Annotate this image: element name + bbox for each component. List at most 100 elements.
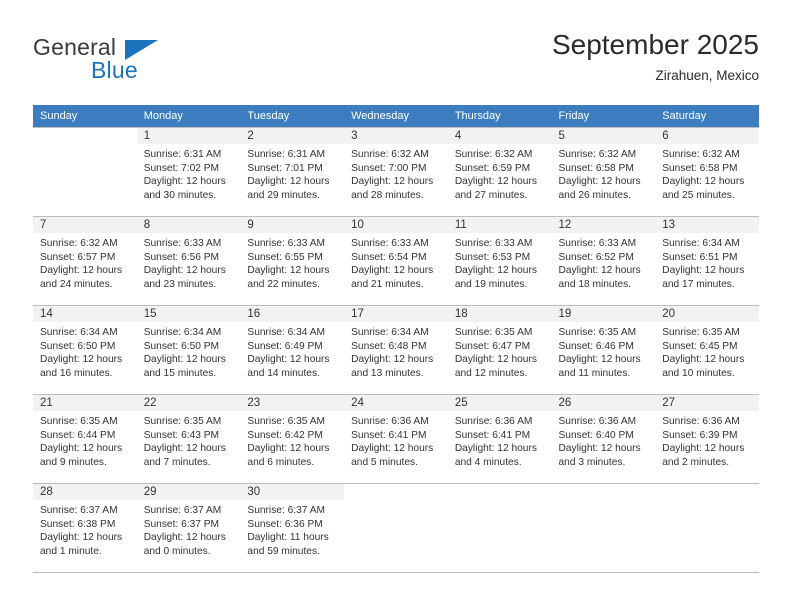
day-number: 7 bbox=[33, 217, 137, 233]
day-daylight-line2: and 2 minutes. bbox=[662, 456, 730, 468]
day-sunrise: Sunrise: 6:33 AM bbox=[351, 238, 429, 249]
day-sunrise: Sunrise: 6:32 AM bbox=[662, 149, 740, 160]
day-details: Sunrise: 6:37 AM Sunset: 6:36 PM Daylight:… bbox=[240, 500, 344, 558]
calendar-day-cell[interactable]: 7 Sunrise: 6:32 AM Sunset: 6:57 PM Daylight… bbox=[33, 216, 137, 306]
day-number: 29 bbox=[136, 484, 241, 500]
day-daylight-line1: Daylight: 12 hours bbox=[247, 443, 330, 455]
calendar-day-cell[interactable]: 6 Sunrise: 6:32 AM Sunset: 6:58 PM Daylight… bbox=[655, 127, 759, 217]
day-details: Sunrise: 6:34 AM Sunset: 6:49 PM Daylight:… bbox=[240, 322, 344, 380]
day-daylight-line2: and 13 minutes. bbox=[351, 367, 424, 379]
day-sunrise: Sunrise: 6:35 AM bbox=[454, 327, 533, 338]
calendar-day-cell[interactable]: 27 Sunrise: 6:36 AM Sunset: 6:39 PM Dayligh… bbox=[655, 394, 759, 484]
day-sunrise: Sunrise: 6:35 AM bbox=[143, 416, 222, 427]
day-number: 19 bbox=[551, 306, 656, 322]
calendar-day-cell[interactable]: 26 Sunrise: 6:36 AM Sunset: 6:40 PM Dayligh… bbox=[551, 394, 656, 484]
weekday-header-friday: Friday bbox=[551, 105, 656, 128]
day-sunset: Sunset: 6:58 PM bbox=[662, 162, 738, 174]
calendar-day-cell[interactable]: 22 Sunrise: 6:35 AM Sunset: 6:43 PM Dayligh… bbox=[136, 394, 241, 484]
day-sunrise: Sunrise: 6:37 AM bbox=[247, 505, 325, 516]
day-details: Sunrise: 6:35 AM Sunset: 6:45 PM Daylight:… bbox=[655, 322, 759, 380]
day-sunrise: Sunrise: 6:32 AM bbox=[351, 149, 429, 160]
calendar-day-cell[interactable]: 12 Sunrise: 6:33 AM Sunset: 6:52 PM Dayligh… bbox=[551, 216, 656, 306]
day-number bbox=[551, 484, 656, 500]
calendar-day-cell[interactable]: 1 Sunrise: 6:31 AM Sunset: 7:02 PM Daylight… bbox=[136, 127, 241, 217]
day-sunrise: Sunrise: 6:33 AM bbox=[558, 238, 637, 249]
day-daylight-line1: Daylight: 12 hours bbox=[143, 532, 226, 544]
day-daylight-line2: and 1 minute. bbox=[40, 545, 102, 557]
day-daylight-line2: and 15 minutes. bbox=[143, 367, 217, 379]
day-daylight-line2: and 17 minutes. bbox=[662, 278, 735, 290]
day-sunset: Sunset: 6:55 PM bbox=[247, 251, 323, 263]
day-number: 8 bbox=[136, 217, 241, 233]
calendar-page: General Blue September 2025 Zirahuen, Me… bbox=[0, 0, 792, 612]
day-sunset: Sunset: 6:44 PM bbox=[40, 429, 116, 441]
calendar-day-cell[interactable]: 16 Sunrise: 6:34 AM Sunset: 6:49 PM Dayligh… bbox=[240, 305, 345, 395]
day-number: 22 bbox=[136, 395, 241, 411]
day-details: Sunrise: 6:32 AM Sunset: 6:58 PM Daylight:… bbox=[552, 144, 656, 202]
day-number: 18 bbox=[447, 306, 552, 322]
day-sunrise: Sunrise: 6:34 AM bbox=[143, 327, 222, 338]
day-sunrise: Sunrise: 6:35 AM bbox=[247, 416, 325, 427]
day-daylight-line1: Daylight: 12 hours bbox=[351, 443, 434, 455]
day-sunrise: Sunrise: 6:36 AM bbox=[662, 416, 740, 427]
day-daylight-line2: and 27 minutes. bbox=[454, 189, 528, 201]
calendar-day-cell[interactable]: 17 Sunrise: 6:34 AM Sunset: 6:48 PM Dayligh… bbox=[344, 305, 448, 395]
day-sunset: Sunset: 6:58 PM bbox=[558, 162, 634, 174]
day-number: 3 bbox=[344, 128, 448, 144]
calendar-day-cell[interactable]: 13 Sunrise: 6:34 AM Sunset: 6:51 PM Dayligh… bbox=[655, 216, 759, 306]
day-number: 20 bbox=[655, 306, 759, 322]
title-block: September 2025 Zirahuen, Mexico bbox=[552, 28, 759, 86]
day-details: Sunrise: 6:32 AM Sunset: 7:00 PM Daylight:… bbox=[344, 144, 448, 202]
calendar-day-cell[interactable]: 9 Sunrise: 6:33 AM Sunset: 6:55 PM Daylight… bbox=[240, 216, 345, 306]
calendar-day-cell[interactable]: 15 Sunrise: 6:34 AM Sunset: 6:50 PM Dayligh… bbox=[136, 305, 241, 395]
calendar-day-cell[interactable]: 29 Sunrise: 6:37 AM Sunset: 6:37 PM Dayligh… bbox=[136, 483, 241, 573]
day-daylight-line2: and 22 minutes. bbox=[247, 278, 320, 290]
day-daylight-line1: Daylight: 12 hours bbox=[454, 443, 537, 455]
day-sunset: Sunset: 6:43 PM bbox=[143, 429, 220, 441]
calendar-day-cell[interactable]: 2 Sunrise: 6:31 AM Sunset: 7:01 PM Daylight… bbox=[240, 127, 345, 217]
day-sunrise: Sunrise: 6:32 AM bbox=[558, 149, 637, 160]
day-daylight-line2: and 28 minutes. bbox=[351, 189, 424, 201]
day-sunrise: Sunrise: 6:34 AM bbox=[662, 238, 740, 249]
day-sunset: Sunset: 6:39 PM bbox=[662, 429, 738, 441]
calendar-day-cell[interactable]: 20 Sunrise: 6:35 AM Sunset: 6:45 PM Dayligh… bbox=[655, 305, 759, 395]
day-sunset: Sunset: 6:56 PM bbox=[143, 251, 220, 263]
day-daylight-line2: and 0 minutes. bbox=[143, 545, 211, 557]
weekday-header-sunday: Sunday bbox=[33, 105, 137, 128]
calendar-day-cell[interactable]: 14 Sunrise: 6:34 AM Sunset: 6:50 PM Dayligh… bbox=[33, 305, 137, 395]
day-daylight-line2: and 5 minutes. bbox=[351, 456, 418, 468]
calendar-day-cell[interactable]: 11 Sunrise: 6:33 AM Sunset: 6:53 PM Dayligh… bbox=[447, 216, 552, 306]
day-sunset: Sunset: 6:53 PM bbox=[454, 251, 531, 263]
calendar-day-cell[interactable]: 30 Sunrise: 6:37 AM Sunset: 6:36 PM Dayligh… bbox=[240, 483, 345, 573]
day-details: Sunrise: 6:35 AM Sunset: 6:42 PM Daylight:… bbox=[240, 411, 344, 469]
day-details: Sunrise: 6:33 AM Sunset: 6:56 PM Daylight:… bbox=[137, 233, 241, 291]
calendar-day-cell[interactable]: 10 Sunrise: 6:33 AM Sunset: 6:54 PM Dayligh… bbox=[344, 216, 448, 306]
calendar-day-cell[interactable]: 23 Sunrise: 6:35 AM Sunset: 6:42 PM Dayligh… bbox=[240, 394, 345, 484]
calendar-day-cell[interactable]: 28 Sunrise: 6:37 AM Sunset: 6:38 PM Dayligh… bbox=[33, 483, 137, 573]
day-number: 12 bbox=[551, 217, 656, 233]
day-number: 9 bbox=[240, 217, 345, 233]
day-sunrise: Sunrise: 6:31 AM bbox=[247, 149, 325, 160]
day-details: Sunrise: 6:35 AM Sunset: 6:47 PM Daylight:… bbox=[448, 322, 552, 380]
calendar-day-cell[interactable]: 3 Sunrise: 6:32 AM Sunset: 7:00 PM Daylight… bbox=[344, 127, 448, 217]
day-daylight-line1: Daylight: 12 hours bbox=[351, 354, 434, 366]
day-sunset: Sunset: 6:52 PM bbox=[558, 251, 634, 263]
day-daylight-line1: Daylight: 12 hours bbox=[143, 443, 226, 455]
day-sunrise: Sunrise: 6:35 AM bbox=[662, 327, 740, 338]
calendar-grid: Sunday Monday Tuesday Wednesday Thursday… bbox=[33, 105, 759, 573]
calendar-day-cell[interactable]: 25 Sunrise: 6:36 AM Sunset: 6:41 PM Dayligh… bbox=[447, 394, 552, 484]
calendar-day-cell[interactable]: 18 Sunrise: 6:35 AM Sunset: 6:47 PM Dayligh… bbox=[447, 305, 552, 395]
calendar-day-cell[interactable]: 24 Sunrise: 6:36 AM Sunset: 6:41 PM Dayligh… bbox=[344, 394, 448, 484]
calendar-day-cell[interactable]: 5 Sunrise: 6:32 AM Sunset: 6:58 PM Daylight… bbox=[551, 127, 656, 217]
day-number: 2 bbox=[240, 128, 345, 144]
day-daylight-line1: Daylight: 12 hours bbox=[40, 354, 123, 366]
calendar-day-cell[interactable]: 19 Sunrise: 6:35 AM Sunset: 6:46 PM Dayligh… bbox=[551, 305, 656, 395]
calendar-day-cell[interactable]: 8 Sunrise: 6:33 AM Sunset: 6:56 PM Daylight… bbox=[136, 216, 241, 306]
brand-logo[interactable]: General Blue bbox=[33, 28, 233, 92]
calendar-day-cell[interactable]: 21 Sunrise: 6:35 AM Sunset: 6:44 PM Dayligh… bbox=[33, 394, 137, 484]
calendar-day-cell[interactable]: 4 Sunrise: 6:32 AM Sunset: 6:59 PM Daylight… bbox=[447, 127, 552, 217]
day-daylight-line1: Daylight: 12 hours bbox=[558, 265, 641, 277]
day-sunset: Sunset: 6:50 PM bbox=[143, 340, 220, 352]
day-daylight-line2: and 21 minutes. bbox=[351, 278, 424, 290]
page-title: September 2025 bbox=[551, 29, 759, 60]
